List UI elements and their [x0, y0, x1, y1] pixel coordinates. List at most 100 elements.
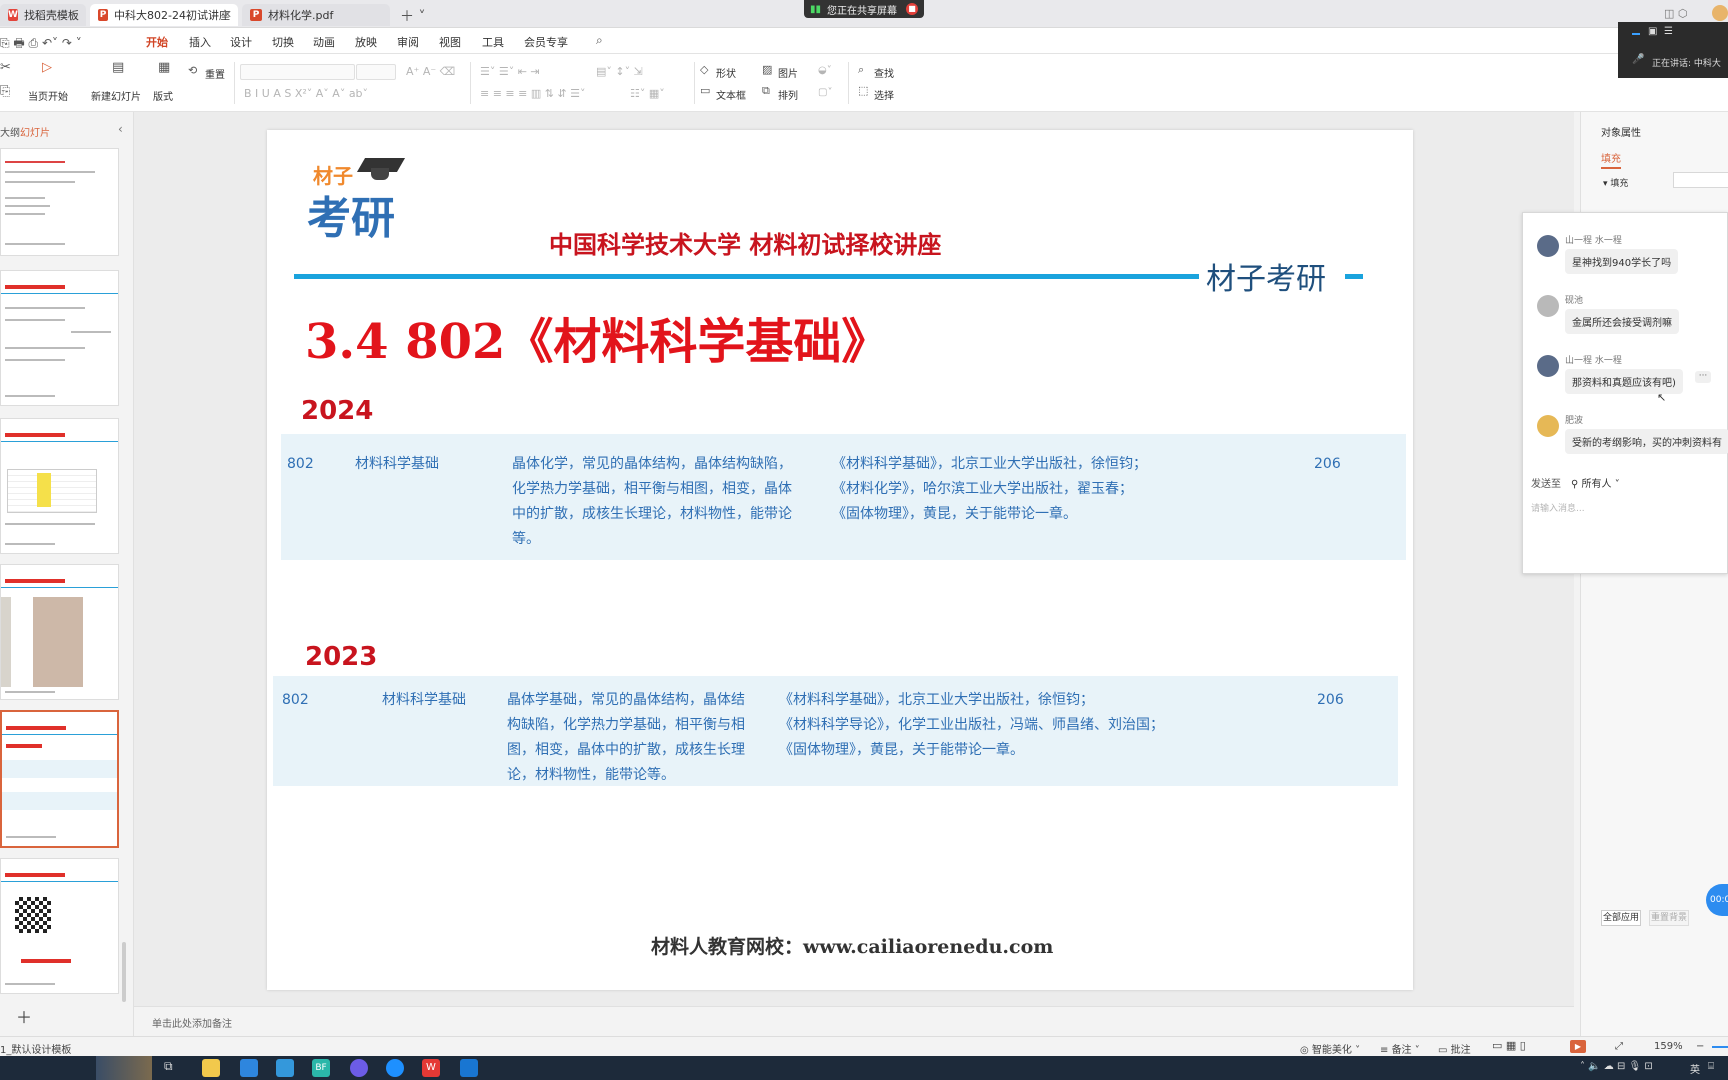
panel-title[interactable]: 对象属性 — [1601, 124, 1641, 139]
pirate-ship-widget[interactable] — [96, 1056, 152, 1080]
microphone-icon[interactable]: 🎤 — [1632, 54, 1644, 65]
notes-toggle-button[interactable]: ≡ 备注 ˅ — [1380, 1041, 1420, 1056]
more-options-icon[interactable]: ··· — [1695, 371, 1711, 383]
list-icons[interactable]: ☰˅ ☰˅ ⇤ ⇥ — [480, 65, 540, 78]
zoom-out-icon[interactable]: − — [1696, 1041, 1704, 1052]
search-icon[interactable]: ⌕ — [596, 33, 603, 48]
slide-thumbnail[interactable] — [0, 564, 119, 700]
zoom-level[interactable]: 159% — [1654, 1041, 1683, 1052]
zoom-slider[interactable] — [1712, 1046, 1728, 1048]
find-icon[interactable]: ⌕ — [858, 63, 864, 77]
play-icon[interactable]: ▷ — [42, 60, 52, 75]
screen-share-banner[interactable]: ▮▮ 您正在共享屏幕 ■ — [804, 0, 924, 18]
find-button[interactable]: 查找 — [874, 65, 894, 80]
store-icon[interactable] — [276, 1059, 294, 1077]
picture-button[interactable]: 图片 — [778, 65, 798, 80]
edge-browser-icon[interactable] — [386, 1059, 404, 1077]
system-tray-icons[interactable]: ˄ 🔈 ☁ ⊟ 🎙 ⊡ — [1580, 1061, 1653, 1072]
font-family-select[interactable] — [240, 64, 355, 80]
comments-button[interactable]: ▭ 批注 — [1438, 1041, 1471, 1056]
chat-message-input[interactable]: 请输入消息... — [1531, 501, 1585, 514]
slide-thumbnail[interactable] — [0, 418, 119, 554]
font-size-select[interactable] — [356, 64, 396, 80]
input-language[interactable]: 英 — [1690, 1061, 1700, 1076]
task-view-icon[interactable]: ⧉ — [164, 1059, 182, 1077]
fill-color-icon[interactable]: ◒˅ — [818, 65, 832, 76]
slide-thumbnail[interactable] — [0, 148, 119, 256]
cut-icon[interactable]: ✂ — [0, 60, 11, 75]
meeting-float-window[interactable]: ▣ ☰ 🎤 正在讲话: 中科大 — [1618, 22, 1728, 78]
slide-thumbnail[interactable] — [0, 858, 119, 994]
tab-fill[interactable]: 填充 — [1601, 150, 1621, 169]
thumbnail-scrollbar[interactable] — [122, 942, 126, 1002]
reset-background-button[interactable]: 重置背景 — [1649, 910, 1689, 926]
chat-message[interactable]: 受新的考纲影响，买的冲刺资料有 — [1565, 429, 1728, 454]
arrange-icon[interactable]: ⧉ — [762, 84, 770, 98]
menu-animation[interactable]: 动画 — [313, 34, 335, 50]
slideshow-play-icon[interactable]: ▶ — [1570, 1040, 1586, 1053]
paragraph-icons[interactable]: ▤˅ ↕˅ ⇲ — [596, 65, 643, 78]
smart-beautify-button[interactable]: ◎ 智能美化 ˅ — [1300, 1041, 1360, 1056]
line-spacing-icons[interactable]: ☷˅ ▦˅ — [630, 87, 665, 100]
slide-canvas[interactable]: 材子 考研 中国科学技术大学 材料初试择校讲座 材子考研 3.4 802《材料科… — [267, 130, 1413, 990]
font-size-icons[interactable]: A⁺ A⁻ ⌫ — [406, 65, 455, 78]
file-explorer-icon[interactable] — [202, 1059, 220, 1077]
minimize-icon[interactable] — [1632, 33, 1640, 35]
new-tab-icon[interactable]: ＋ ˅ — [400, 6, 425, 26]
slide-thumbnail[interactable] — [0, 270, 119, 406]
close-tab-icon[interactable]: ✕ — [223, 8, 232, 21]
window-icon[interactable]: ▣ — [1648, 26, 1657, 37]
menu-slideshow[interactable]: 放映 — [355, 34, 377, 50]
window-layout-icon[interactable]: ◫ ⬡ — [1664, 7, 1688, 20]
avatar[interactable] — [1712, 5, 1728, 21]
outline-icon[interactable]: ▢˅ — [818, 87, 832, 98]
tab-outline[interactable]: 大纲 — [0, 124, 20, 139]
fit-window-icon[interactable]: ⤢ — [1615, 1041, 1623, 1052]
apply-all-button[interactable]: 全部应用 — [1601, 910, 1641, 926]
quick-access-icons[interactable]: ⎘ 🖶 ⎙ ↶˅ ↷ ˅ — [0, 34, 82, 55]
tab-home[interactable]: W 找稻壳模板 — [0, 4, 86, 26]
wps-icon[interactable]: W — [422, 1059, 440, 1077]
notes-area[interactable]: 单击此处添加备注 — [134, 1006, 1574, 1036]
picture-icon[interactable]: ▨ — [762, 63, 772, 76]
copy-icon[interactable]: ⎘ — [0, 84, 10, 99]
new-slide-icon[interactable]: ▤ — [112, 60, 124, 75]
mail-icon[interactable] — [240, 1059, 258, 1077]
chat-message[interactable]: 星神找到940学长了吗 — [1565, 249, 1679, 274]
send-to-select[interactable]: ⚲ 所有人 ˅ — [1571, 475, 1620, 490]
reset-icon[interactable]: ⟲ — [188, 64, 197, 77]
menu-icon[interactable]: ☰ — [1664, 26, 1673, 37]
layout-icon[interactable]: ▦ — [158, 60, 170, 75]
textbox-icon[interactable]: ▭ — [700, 84, 710, 97]
align-icons[interactable]: ≡ ≡ ≡ ≡ ▥ ⇅ ⇵ ☰˅ — [480, 87, 586, 100]
tab-presentation[interactable]: P 中科大802-24初试讲座 ✕ — [90, 4, 238, 26]
menu-review[interactable]: 审阅 — [397, 34, 419, 50]
collapse-panel-icon[interactable]: ‹ — [118, 122, 123, 136]
menu-transition[interactable]: 切换 — [272, 34, 294, 50]
menu-membership[interactable]: 会员专享 — [524, 34, 568, 50]
textbox-button[interactable]: 文本框 — [716, 87, 746, 102]
arrange-button[interactable]: 排列 — [778, 87, 798, 102]
add-slide-icon[interactable]: ＋ — [16, 1004, 32, 1028]
new-slide-button[interactable]: 新建幻灯片 — [91, 88, 141, 103]
menu-view[interactable]: 视图 — [439, 34, 461, 50]
tab-pdf[interactable]: P 材料化学.pdf — [242, 4, 390, 26]
select-button[interactable]: 选择 — [874, 87, 894, 102]
tab-slides[interactable]: 幻灯片 — [20, 124, 50, 139]
play-current-button[interactable]: 当页开始 — [28, 88, 68, 103]
notification-icon[interactable]: ⌸ — [1708, 1061, 1714, 1072]
menu-tools[interactable]: 工具 — [482, 34, 504, 50]
menu-design[interactable]: 设计 — [230, 34, 252, 50]
menu-insert[interactable]: 插入 — [189, 34, 211, 50]
fill-section-label[interactable]: ▾ 填充 — [1603, 176, 1628, 189]
fill-select[interactable] — [1673, 172, 1728, 188]
slide-thumbnail-selected[interactable] — [0, 710, 119, 848]
select-icon[interactable]: ⬚ — [858, 84, 868, 97]
shape-icon[interactable]: ◇ — [700, 63, 708, 76]
shape-button[interactable]: 形状 — [716, 65, 736, 80]
reset-button[interactable]: 重置 — [205, 66, 225, 81]
tencent-meeting-icon[interactable] — [460, 1059, 478, 1077]
view-mode-icons[interactable]: ▭ ▦ ▯ — [1492, 1039, 1526, 1052]
stop-share-icon[interactable]: ■ — [906, 3, 918, 15]
menu-home[interactable]: 开始 — [146, 34, 168, 56]
